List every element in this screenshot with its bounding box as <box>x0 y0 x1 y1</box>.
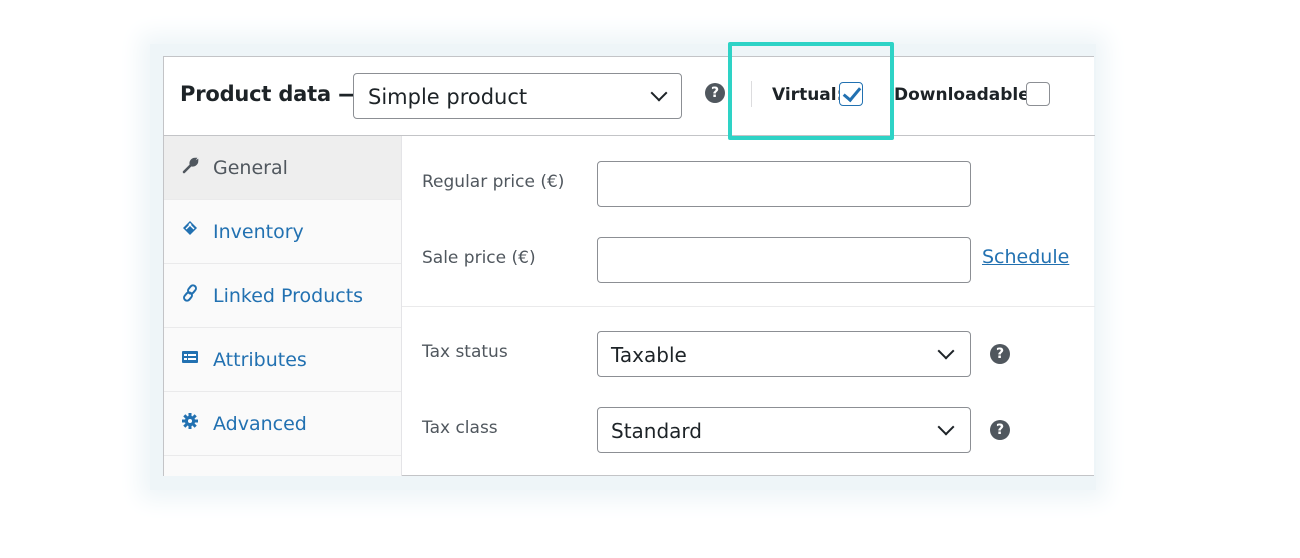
chevron-down-icon <box>937 342 955 360</box>
link-icon <box>180 284 200 304</box>
tax-class-label: Tax class <box>422 418 498 438</box>
downloadable-label: Downloadable: <box>894 85 1037 105</box>
tax-status-select[interactable]: Taxable <box>597 331 971 377</box>
schedule-link[interactable]: Schedule <box>982 246 1069 268</box>
product-data-header: Product data — Simple product ? Virtual:… <box>164 57 1095 136</box>
help-icon[interactable]: ? <box>705 83 725 103</box>
tag-icon <box>180 220 200 240</box>
chevron-down-icon <box>650 84 668 102</box>
tax-class-select[interactable]: Standard <box>597 407 971 453</box>
tax-status-value: Taxable <box>611 343 687 367</box>
tab-label: Inventory <box>213 221 304 243</box>
tab-general[interactable]: General <box>164 136 401 200</box>
general-tab-panel: Regular price (€) Sale price (€) Schedul… <box>402 136 1095 476</box>
gear-icon <box>180 412 200 432</box>
tab-linked-products[interactable]: Linked Products <box>164 264 401 328</box>
tab-inventory[interactable]: Inventory <box>164 200 401 264</box>
tab-label: General <box>213 157 288 179</box>
tax-status-label: Tax status <box>422 342 508 362</box>
tab-attributes[interactable]: Attributes <box>164 328 401 392</box>
regular-price-label: Regular price (€) <box>422 172 565 192</box>
sale-price-input[interactable] <box>597 237 971 283</box>
help-icon[interactable]: ? <box>990 420 1010 440</box>
tab-label: Linked Products <box>213 285 364 307</box>
virtual-highlight-box <box>728 42 894 140</box>
sale-price-label: Sale price (€) <box>422 248 536 268</box>
tax-class-value: Standard <box>611 419 702 443</box>
product-type-select[interactable]: Simple product <box>353 73 682 119</box>
product-type-value: Simple product <box>368 85 528 109</box>
chevron-down-icon <box>937 418 955 436</box>
help-icon[interactable]: ? <box>990 344 1010 364</box>
tab-advanced[interactable]: Advanced <box>164 392 401 456</box>
list-card-icon <box>180 348 200 368</box>
tab-label: Advanced <box>213 413 307 435</box>
product-data-tabs: General Inventory Linked Products Attrib… <box>164 136 402 476</box>
downloadable-checkbox[interactable] <box>1026 82 1050 106</box>
product-data-title: Product data — <box>180 82 359 106</box>
regular-price-input[interactable] <box>597 161 971 207</box>
wrench-icon <box>180 156 200 176</box>
tab-label: Attributes <box>213 349 307 371</box>
section-divider <box>402 306 1095 307</box>
product-data-panel: Product data — Simple product ? Virtual:… <box>163 56 1095 476</box>
